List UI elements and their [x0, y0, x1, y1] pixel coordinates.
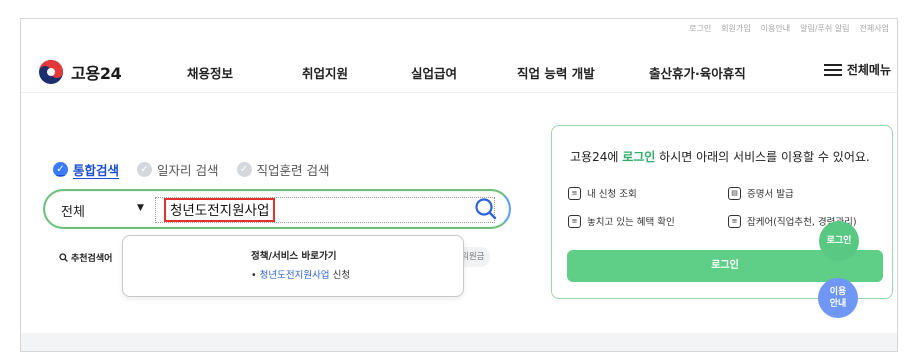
message-highlight: 로그인: [622, 150, 656, 164]
all-menu-label: 전체메뉴: [846, 63, 891, 77]
util-link-alerts[interactable]: 알림/푸쉬 알림: [800, 23, 849, 34]
utility-links: 로그인 회원가입 이용안내 알림/푸쉬 알림 전체사업: [689, 23, 889, 34]
search-query-text: 청년도전지원사업: [164, 198, 276, 222]
tab-training-search[interactable]: ✓ 직업훈련 검색: [236, 160, 330, 179]
util-link-signup[interactable]: 회원가입: [721, 23, 750, 34]
hamburger-icon: [823, 63, 842, 76]
floating-login-button[interactable]: 로그인: [819, 221, 859, 261]
guide-line-1: 이용: [829, 287, 847, 297]
message-post: 하시면 아래의 서비스를 이용할 수 있어요.: [655, 150, 870, 164]
tab-label: 직업훈련 검색: [256, 163, 330, 178]
tab-label: 일자리 검색: [157, 163, 219, 178]
service-link-text: 청년도전지원사업: [259, 270, 330, 281]
nav-parental-leave[interactable]: 출산휴가·육아휴직: [649, 63, 746, 82]
util-link-guide[interactable]: 이용안내: [761, 23, 790, 34]
check-circle-icon: ✓: [236, 162, 252, 177]
site-header: 고용24 채용정보 취업지원 실업급여 직업 능력 개발 출산휴가·육아휴직 전…: [21, 49, 897, 93]
nav-job-info[interactable]: 채용정보: [187, 63, 233, 82]
login-panel-message: 고용24에 로그인 하시면 아래의 서비스를 이용할 수 있어요.: [570, 148, 870, 165]
category-select[interactable]: 전체: [61, 201, 85, 220]
service-missed-benefits[interactable]: ≡ 놓치고 있는 혜택 확인: [568, 214, 675, 228]
guide-line-2: 안내: [829, 299, 847, 309]
caret-down-icon[interactable]: ▼: [137, 203, 144, 213]
service-label: 놓치고 있는 혜택 확인: [587, 217, 675, 228]
document-icon: ▤: [728, 186, 741, 200]
page-frame: 로그인 회원가입 이용안내 알림/푸쉬 알림 전체사업 고용24 채용정보 취업…: [20, 18, 898, 352]
check-circle-icon: ✓: [53, 162, 68, 177]
search-icon[interactable]: [473, 196, 499, 222]
service-label: 내 신청 조회: [587, 189, 637, 200]
magnifier-icon: [59, 253, 68, 262]
bullet: •: [251, 270, 260, 281]
logo-icon: [39, 60, 63, 84]
search-input[interactable]: 청년도전지원사업: [155, 197, 495, 223]
autocomplete-dropdown: 정책/서비스 바로가기 • 청년도전지원사업 신청: [122, 235, 464, 297]
util-link-all[interactable]: 전체사업: [860, 23, 889, 34]
service-link-suffix: 신청: [332, 270, 351, 281]
floating-guide-button[interactable]: 이용 안내: [818, 278, 858, 318]
check-circle-icon: ✓: [137, 162, 153, 177]
search-scope-tabs: ✓ 통합검색 ✓ 일자리 검색 ✓ 직업훈련 검색: [53, 160, 329, 179]
nav-unemployment-benefits[interactable]: 실업급여: [411, 63, 457, 82]
recommended-label-text: 추천검색어: [71, 254, 113, 264]
tab-label: 통합검색: [73, 163, 120, 178]
search-bar: 전체 ▼ 청년도전지원사업: [43, 189, 511, 229]
search-doc-icon: ≡: [568, 214, 581, 228]
nav-employment-support[interactable]: 취업지원: [302, 63, 348, 82]
site-logo[interactable]: 고용24: [37, 58, 122, 86]
service-my-applications[interactable]: ≡ 내 신청 조회: [568, 186, 637, 200]
list-icon: ≡: [568, 186, 581, 200]
career-doc-icon: ≡: [728, 214, 741, 228]
util-link-login[interactable]: 로그인: [689, 23, 711, 34]
logo-text: 고용24: [71, 64, 122, 83]
service-certificates[interactable]: ▤ 증명서 발급: [728, 186, 794, 200]
tab-job-search[interactable]: ✓ 일자리 검색: [137, 160, 219, 179]
service-label: 증명서 발급: [747, 189, 794, 200]
content-band: [21, 333, 897, 351]
recommended-keywords-label: 추천검색어: [59, 251, 112, 264]
all-menu-button[interactable]: 전체메뉴: [823, 61, 891, 78]
nav-vocational-training[interactable]: 직업 능력 개발: [517, 63, 595, 82]
dropdown-title: 정책/서비스 바로가기: [251, 251, 337, 262]
tab-integrated-search[interactable]: ✓ 통합검색: [53, 160, 119, 179]
dropdown-service-link[interactable]: • 청년도전지원사업 신청: [251, 267, 350, 281]
login-panel: 고용24에 로그인 하시면 아래의 서비스를 이용할 수 있어요. ≡ 내 신청…: [551, 125, 893, 299]
message-pre: 고용24에: [570, 150, 623, 164]
